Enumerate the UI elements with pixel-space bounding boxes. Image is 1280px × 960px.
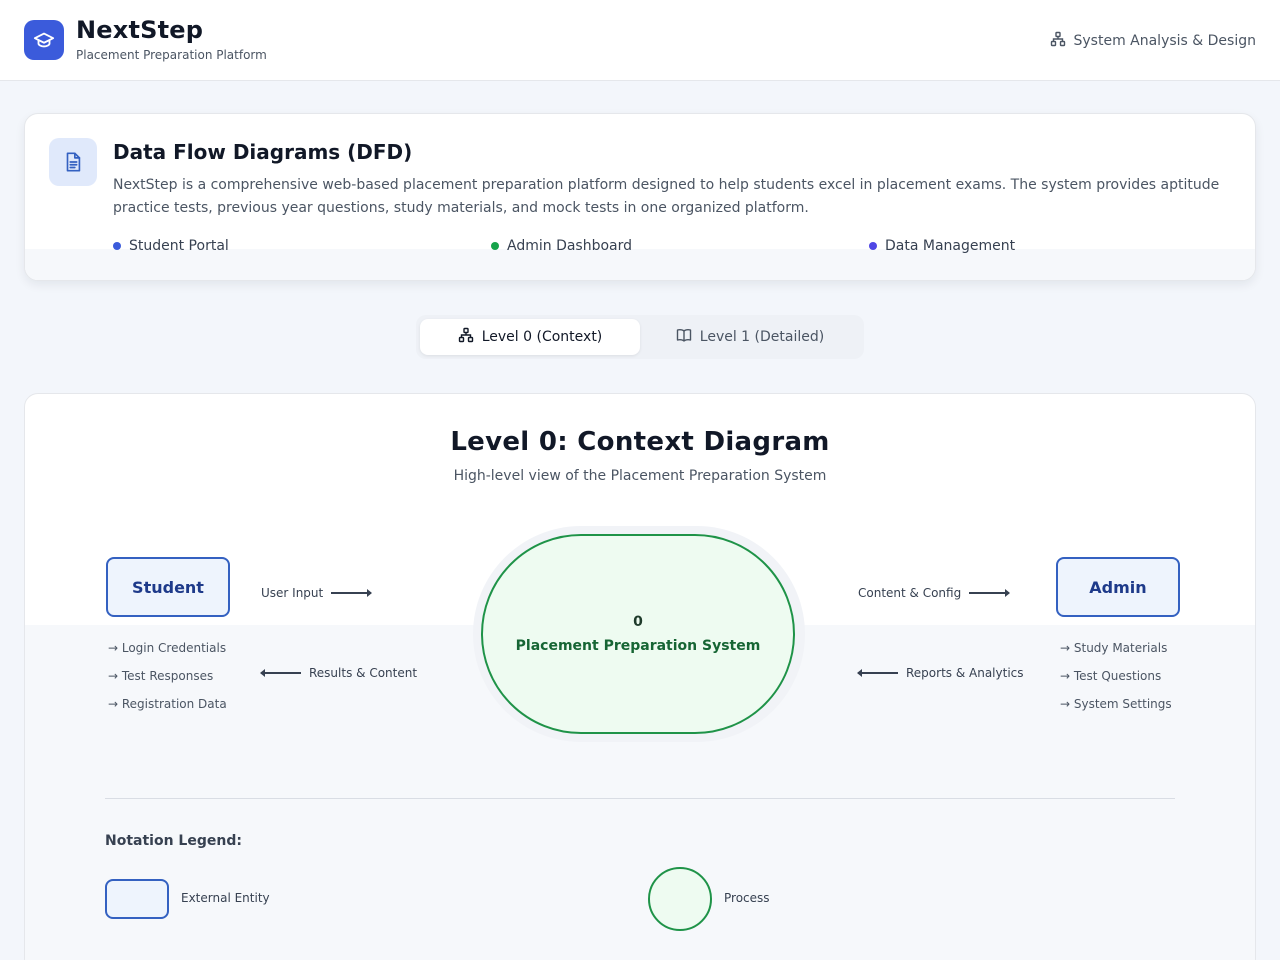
intro-card: Data Flow Diagrams (DFD) NextStep is a c… [24, 113, 1256, 281]
diagram-subtitle: High-level view of the Placement Prepara… [453, 468, 827, 484]
list-item: → Study Materials [1060, 641, 1168, 655]
divider [105, 798, 1175, 799]
context-diagram-card: Level 0: Context Diagram High-level view… [24, 393, 1256, 960]
list-item: → Login Credentials [108, 641, 227, 655]
feature-student-portal: Student Portal [113, 238, 229, 254]
tab-level-1[interactable]: Level 1 (Detailed) [640, 319, 860, 355]
flow-content-config: Content & Config [858, 586, 1011, 600]
feature-data-management: Data Management [869, 238, 1015, 254]
bullet-dot-icon [869, 242, 877, 250]
process-number: 0 [633, 614, 643, 630]
bullet-dot-icon [113, 242, 121, 250]
legend-process-swatch [648, 867, 712, 931]
legend-entity-swatch [105, 879, 169, 919]
tab-level-0[interactable]: Level 0 (Context) [420, 319, 640, 355]
arrow-left-icon [857, 669, 898, 677]
graduation-cap-icon [24, 20, 64, 60]
tab-label: Level 1 (Detailed) [699, 329, 825, 345]
flow-user-input: User Input [261, 586, 373, 600]
list-item: → Test Questions [1060, 669, 1162, 683]
level-tabs: Level 0 (Context) Level 1 (Detailed) [416, 315, 864, 359]
diagram-title: Level 0: Context Diagram [450, 427, 830, 457]
app-subtitle: Placement Preparation Platform [76, 48, 267, 62]
tab-label: Level 0 (Context) [481, 329, 603, 345]
book-open-icon [676, 327, 692, 347]
app-header: NextStep Placement Preparation Platform … [0, 0, 1280, 81]
flow-results-content: Results & Content [260, 666, 417, 680]
arrow-right-icon [969, 589, 1011, 597]
document-icon [49, 138, 97, 186]
sitemap-icon [458, 327, 474, 347]
intro-description: NextStep is a comprehensive web-based pl… [113, 177, 1220, 216]
student-entity[interactable]: Student [106, 557, 230, 617]
header-section-label: System Analysis & Design [1050, 31, 1257, 51]
bullet-dot-icon [491, 242, 499, 250]
app-title: NextStep [76, 16, 204, 44]
feature-admin-dashboard: Admin Dashboard [491, 238, 632, 254]
header-right-label: System Analysis & Design [1073, 33, 1257, 49]
flow-reports-analytics: Reports & Analytics [857, 666, 1024, 680]
admin-data-list: → Study Materials → Test Questions → Sys… [1060, 634, 1172, 718]
arrow-left-icon [260, 669, 301, 677]
legend-process-label: Process [724, 891, 770, 905]
intro-title: Data Flow Diagrams (DFD) [113, 140, 413, 164]
arrow-right-icon [331, 589, 373, 597]
process-label: Placement Preparation System [515, 638, 761, 654]
sitemap-icon [1050, 31, 1066, 51]
process-placement-system[interactable]: 0 Placement Preparation System [481, 534, 795, 734]
legend-entity-label: External Entity [181, 891, 270, 905]
list-item: → Test Responses [108, 669, 214, 683]
list-item: → Registration Data [108, 697, 227, 711]
admin-entity[interactable]: Admin [1056, 557, 1180, 617]
legend-title: Notation Legend: [105, 833, 242, 849]
list-item: → System Settings [1060, 697, 1172, 711]
student-data-list: → Login Credentials → Test Responses → R… [108, 634, 227, 718]
